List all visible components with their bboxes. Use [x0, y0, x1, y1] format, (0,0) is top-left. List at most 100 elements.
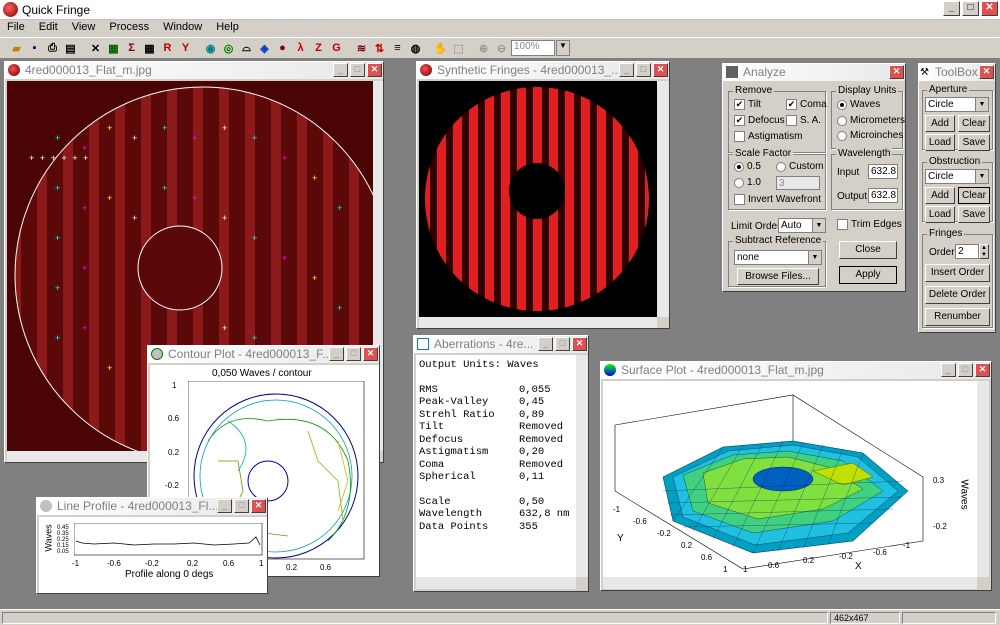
maximize-button[interactable]: □: [555, 337, 570, 351]
input-wavelength-field[interactable]: 632.8: [868, 164, 898, 179]
surface-icon[interactable]: ◈: [256, 40, 273, 57]
zoom-combo[interactable]: 100%: [511, 40, 555, 56]
minimize-button[interactable]: _: [217, 499, 232, 513]
waves-radio[interactable]: Waves: [837, 99, 880, 110]
subtract-reference-select[interactable]: none: [734, 250, 822, 265]
custom-scale-input[interactable]: 3: [776, 176, 820, 190]
maximize-button[interactable]: □: [346, 347, 361, 361]
limit-order-select[interactable]: Auto: [778, 218, 826, 233]
menu-process[interactable]: Process: [102, 20, 156, 37]
renumber-button[interactable]: Renumber: [925, 308, 990, 326]
zoom-dropdown-icon[interactable]: ▼: [556, 40, 570, 56]
stack-icon[interactable]: ≋: [353, 40, 370, 57]
close-button[interactable]: ✕: [975, 363, 990, 377]
close-button[interactable]: ✕: [251, 499, 266, 513]
r-icon[interactable]: R: [159, 40, 176, 57]
aperture-add-button[interactable]: Add: [925, 115, 955, 132]
interferogram-titlebar[interactable]: 4red000013_Flat_m.jpg _ □ ✕: [5, 62, 383, 79]
microinches-radio[interactable]: Microinches: [837, 130, 903, 141]
astigmatism-checkbox[interactable]: Astigmatism: [734, 131, 802, 142]
maximize-button[interactable]: □: [962, 1, 979, 16]
tools-icon[interactable]: ✕: [87, 40, 104, 57]
obstruction-add-button[interactable]: Add: [925, 187, 955, 204]
menu-edit[interactable]: Edit: [32, 20, 65, 37]
vertical-scrollbar[interactable]: [977, 381, 989, 577]
scale-10-radio[interactable]: 1.0: [734, 177, 761, 188]
output-wavelength-field[interactable]: 632.8: [868, 188, 898, 203]
aberrations-titlebar[interactable]: Aberrations - 4re... _ □ ✕: [414, 336, 588, 353]
contour-titlebar[interactable]: Contour Plot - 4red000013_F... _ □ ✕: [148, 346, 379, 363]
maximize-button[interactable]: □: [636, 63, 651, 77]
minimize-button[interactable]: _: [941, 363, 956, 377]
order-spin-icon[interactable]: ▲ ▼: [979, 244, 989, 259]
micrometers-radio[interactable]: Micrometers: [837, 115, 905, 126]
open-icon[interactable]: ▰: [8, 40, 25, 57]
close-button[interactable]: ✕: [981, 1, 998, 16]
minimize-button[interactable]: _: [333, 63, 348, 77]
maximize-button[interactable]: □: [958, 363, 973, 377]
obstruction-select[interactable]: Circle: [925, 169, 989, 184]
zoom-in-icon[interactable]: ⊕: [475, 40, 492, 57]
toolbox-window[interactable]: ⚒ ToolBox ✕ Aperture Circle Add Clear Lo…: [918, 63, 996, 333]
vertical-scrollbar[interactable]: [576, 355, 588, 577]
menu-file[interactable]: File: [0, 20, 32, 37]
analyze-titlebar[interactable]: Analyze ✕: [723, 64, 905, 81]
close-button[interactable]: ✕: [889, 65, 904, 79]
invert-wavefront-checkbox[interactable]: Invert Wavefront: [734, 194, 821, 205]
menu-view[interactable]: View: [65, 20, 103, 37]
menu-help[interactable]: Help: [209, 20, 246, 37]
preview-icon[interactable]: ▤: [62, 40, 79, 57]
defocus-checkbox[interactable]: ✔ Defocus: [734, 115, 785, 126]
sigma-icon[interactable]: Σ: [123, 40, 140, 57]
toolbox-titlebar[interactable]: ⚒ ToolBox ✕: [919, 64, 995, 81]
minimize-button[interactable]: _: [943, 1, 960, 16]
horizontal-scrollbar[interactable]: [419, 317, 657, 328]
y-icon[interactable]: Y: [177, 40, 194, 57]
close-analyze-button[interactable]: Close: [839, 241, 897, 259]
coma-checkbox[interactable]: ✔ Coma: [786, 99, 827, 110]
browse-files-button[interactable]: Browse Files...: [737, 268, 819, 285]
close-button[interactable]: ✕: [367, 63, 382, 77]
sa-checkbox[interactable]: S. A.: [786, 115, 821, 126]
sphere-icon[interactable]: ◍: [407, 40, 424, 57]
menu-window[interactable]: Window: [156, 20, 209, 37]
obstruction-clear-button[interactable]: Clear: [958, 187, 990, 204]
aperture-select[interactable]: Circle: [925, 97, 989, 112]
g-icon[interactable]: G: [328, 40, 345, 57]
lineprofile-titlebar[interactable]: Line Profile - 4red000013_Fl... _ □ ✕: [37, 498, 267, 515]
horizontal-scrollbar[interactable]: [603, 577, 977, 589]
line-profile-window[interactable]: Line Profile - 4red000013_Fl... _ □ ✕ Wave…: [36, 497, 268, 594]
aperture-save-button[interactable]: Save: [958, 134, 990, 151]
delete-order-button[interactable]: Delete Order: [925, 286, 990, 304]
obstruction-load-button[interactable]: Load: [925, 206, 955, 223]
order-icon[interactable]: ⇅: [371, 40, 388, 57]
insert-order-button[interactable]: Insert Order: [925, 264, 990, 282]
aperture-clear-button[interactable]: Clear: [958, 115, 990, 132]
grid-icon[interactable]: ▦: [141, 40, 158, 57]
z-icon[interactable]: Z: [310, 40, 327, 57]
maximize-button[interactable]: □: [234, 499, 249, 513]
save-icon[interactable]: ▪: [26, 40, 43, 57]
close-button[interactable]: ✕: [979, 65, 994, 79]
pattern-icon[interactable]: ≡: [389, 40, 406, 57]
synthetic-fringes-window[interactable]: Synthetic Fringes - 4red000013_... _ □ ✕: [416, 61, 670, 329]
obstruction-save-button[interactable]: Save: [958, 206, 990, 223]
close-button[interactable]: ✕: [572, 337, 587, 351]
horizontal-scrollbar[interactable]: [416, 577, 576, 589]
zoom-out-icon[interactable]: ⊖: [493, 40, 510, 57]
close-button[interactable]: ✕: [653, 63, 668, 77]
print-icon[interactable]: ⎙: [44, 40, 61, 57]
analyze-icon[interactable]: ▦: [105, 40, 122, 57]
order-spinner[interactable]: 2: [955, 244, 979, 259]
aberrations-window[interactable]: Aberrations - 4re... _ □ ✕ Output Units: W…: [413, 335, 589, 592]
profile-icon[interactable]: ⌓: [238, 40, 255, 57]
lambda-icon[interactable]: λ: [292, 40, 309, 57]
fringe-icon[interactable]: ◉: [202, 40, 219, 57]
minimize-button[interactable]: _: [538, 337, 553, 351]
trim-edges-checkbox[interactable]: Trim Edges: [837, 219, 902, 230]
hand-icon[interactable]: ✋: [432, 40, 449, 57]
contour-icon[interactable]: ◎: [220, 40, 237, 57]
custom-radio[interactable]: Custom: [776, 161, 823, 172]
tilt-checkbox[interactable]: ✔ Tilt: [734, 99, 761, 110]
surface-titlebar[interactable]: Surface Plot - 4red000013_Flat_m.jpg _ □ ✕: [601, 362, 991, 379]
